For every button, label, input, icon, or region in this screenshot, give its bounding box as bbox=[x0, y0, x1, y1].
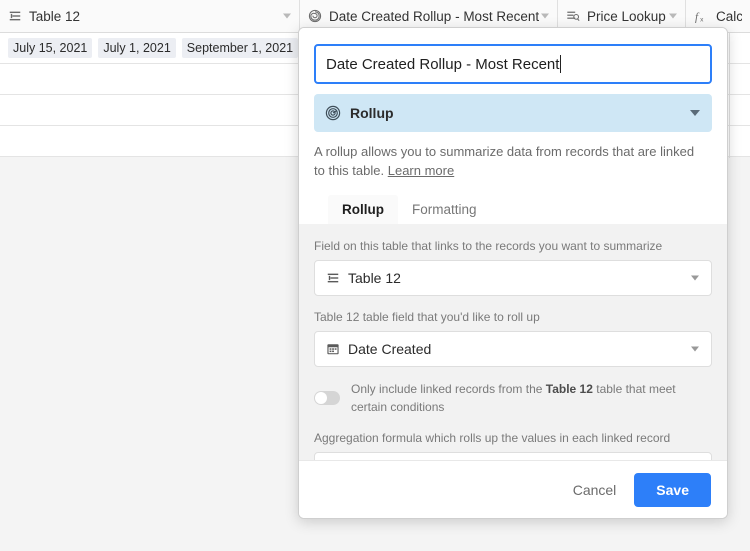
field-type-label: Rollup bbox=[350, 105, 394, 121]
cell-linked-records[interactable] bbox=[0, 95, 300, 125]
lookup-field-icon bbox=[566, 9, 580, 23]
description-text: A rollup allows you to summarize data fr… bbox=[314, 144, 695, 178]
cell-linked-records[interactable]: July 15, 2021 July 1, 2021 September 1, … bbox=[0, 33, 300, 63]
conditions-text-before: Only include linked records from the bbox=[351, 382, 546, 397]
toggle-knob bbox=[315, 392, 327, 405]
linked-record-chip[interactable]: September 1, 2021 bbox=[181, 38, 299, 58]
field-name-input[interactable]: Date Created Rollup - Most Recent bbox=[314, 44, 712, 84]
linked-record-chip[interactable]: July 15, 2021 bbox=[8, 38, 93, 58]
dialog-tabs: Rollup Formatting bbox=[314, 194, 712, 224]
cancel-button[interactable]: Cancel bbox=[569, 476, 621, 504]
conditions-row: Only include linked records from the Tab… bbox=[314, 380, 712, 416]
calendar-icon bbox=[326, 342, 340, 356]
rollup-field-value: Date Created bbox=[348, 341, 432, 358]
tab-rollup[interactable]: Rollup bbox=[328, 194, 398, 224]
chevron-down-icon[interactable] bbox=[541, 13, 549, 19]
link-field-icon bbox=[326, 271, 340, 285]
chevron-down-icon[interactable] bbox=[283, 13, 291, 19]
save-button[interactable]: Save bbox=[634, 472, 711, 507]
column-header-table-12[interactable]: Table 12 bbox=[0, 0, 300, 32]
chevron-down-icon[interactable] bbox=[690, 110, 700, 116]
column-header-label: Price Lookup bbox=[587, 8, 666, 24]
cell-linked-records[interactable] bbox=[0, 64, 300, 94]
dialog-header: Date Created Rollup - Most Recent Rollup… bbox=[299, 28, 727, 224]
rollup-field-label: Table 12 table field that you'd like to … bbox=[314, 309, 540, 324]
field-editor-dialog: Date Created Rollup - Most Recent Rollup… bbox=[298, 27, 728, 519]
field-type-select[interactable]: Rollup bbox=[314, 94, 712, 132]
learn-more-link[interactable]: Learn more bbox=[388, 163, 454, 178]
link-field-label: Field on this table that links to the re… bbox=[314, 238, 663, 253]
linked-record-chip[interactable]: July 1, 2021 bbox=[98, 38, 176, 58]
conditions-label: Only include linked records from the Tab… bbox=[351, 380, 712, 416]
text-cursor bbox=[560, 55, 562, 73]
cell-linked-records[interactable] bbox=[0, 126, 300, 156]
grid-vertical-divider bbox=[729, 33, 730, 158]
dialog-body: Field on this table that links to the re… bbox=[299, 223, 727, 460]
conditions-table-name: Table 12 bbox=[545, 382, 593, 397]
dialog-footer: Cancel Save bbox=[299, 460, 727, 518]
rollup-icon bbox=[325, 105, 341, 121]
column-header-label: Date Created Rollup - Most Recent bbox=[329, 8, 540, 24]
column-header-label: Table 12 bbox=[29, 8, 81, 24]
formula-label: Aggregation formula which rolls up the v… bbox=[314, 431, 671, 446]
chevron-down-icon[interactable] bbox=[691, 346, 699, 352]
column-header-label: Calcu bbox=[716, 8, 742, 24]
app-root: Table 12 Date Created Rollup - Most Rece… bbox=[0, 0, 750, 551]
aggregation-formula-input[interactable]: MAX(values) bbox=[314, 452, 712, 460]
rollup-field-select[interactable]: Date Created bbox=[314, 331, 712, 368]
field-name-value: Date Created Rollup - Most Recent bbox=[326, 55, 560, 73]
link-field-icon bbox=[8, 9, 22, 23]
tab-formatting[interactable]: Formatting bbox=[398, 195, 491, 224]
conditions-toggle[interactable] bbox=[314, 391, 340, 406]
chevron-down-icon[interactable] bbox=[691, 275, 699, 281]
field-type-description: A rollup allows you to summarize data fr… bbox=[314, 143, 712, 181]
svg-text:x: x bbox=[700, 16, 704, 23]
link-field-select[interactable]: Table 12 bbox=[314, 259, 712, 296]
rollup-field-icon bbox=[308, 9, 322, 23]
link-field-value: Table 12 bbox=[348, 269, 401, 286]
chevron-down-icon[interactable] bbox=[669, 13, 677, 19]
formula-field-icon: f x bbox=[694, 9, 709, 24]
